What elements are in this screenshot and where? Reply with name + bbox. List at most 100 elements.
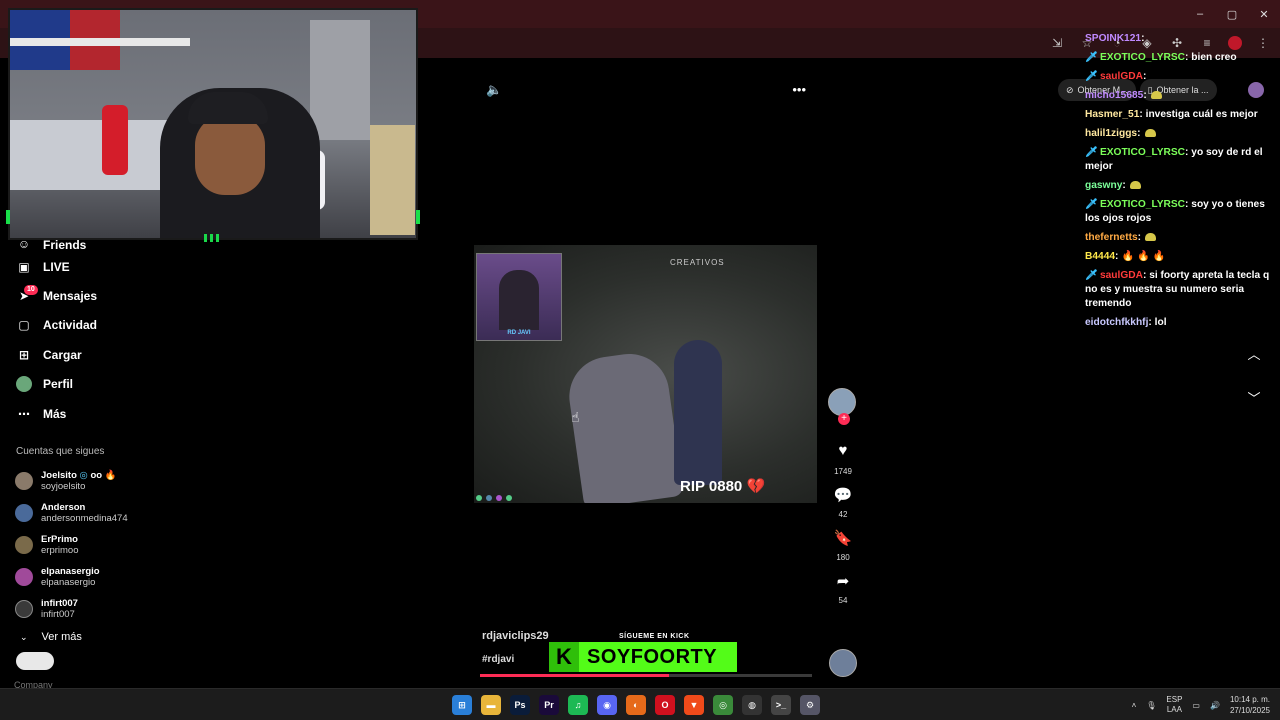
video-username[interactable]: rdjaviclips29 [482,630,549,642]
clock[interactable]: 10:14 p. m. 27/10/2025 [1230,694,1270,716]
sword-badge-icon: 🗡 [1085,52,1098,63]
emote-icon [1145,233,1157,242]
kick-channel-name: SOYFOORTY [587,645,718,668]
next-video-avatar[interactable] [829,649,857,677]
windows-start-icon[interactable]: ⊞ [452,695,472,715]
discord-icon[interactable]: ◉ [597,695,617,715]
video-player[interactable]: RD JAVI CREATIVOS RIP 0880 💔 [474,245,817,503]
chat-text: bien creo [1191,52,1237,63]
chrome-icon[interactable]: ◎ [713,695,733,715]
chat-username[interactable]: eidotchfkkhfj [1085,317,1148,328]
spotify-icon[interactable]: ♫ [568,695,588,715]
comment-icon[interactable]: 💬 [828,486,858,504]
chevron-down-icon[interactable]: ﹀ [1244,388,1264,432]
chat-username[interactable]: halil1ziggs [1085,128,1137,139]
account-name: Joelsito ◎ oo 🔥 [41,470,117,482]
following-account[interactable]: Anderson andersonmedina474 [0,497,200,529]
video-watermark: CREATIVOS [670,258,725,267]
video-hashtag[interactable]: #rdjavi [482,654,549,665]
kick-subtitle: SÍGUEME EN KICK [619,633,690,640]
like-heart-icon[interactable]: ♥ [828,442,858,459]
share-icon[interactable]: ➦ [828,572,858,590]
cam-border-accent [6,210,10,224]
chat-username[interactable]: Hasmer_51 [1085,109,1139,120]
following-account[interactable]: elpanasergio elpanasergio [0,561,200,593]
sidebar-item-mensajes[interactable]: ➤ 10 Mensajes [0,281,200,310]
following-account[interactable]: Joelsito ◎ oo 🔥 soyjoelsito [0,465,200,497]
firefox-icon[interactable]: ◐ [626,695,646,715]
following-account[interactable]: ErPrimo erprimoo [0,529,200,561]
minimize-button[interactable]: – [1184,0,1216,28]
chat-username[interactable]: saulGDA [1100,270,1143,281]
theme-toggle[interactable] [16,652,54,670]
chevron-up-icon[interactable]: ︿ [1244,344,1264,388]
chat-username[interactable]: saulGDA [1100,71,1143,82]
avatar [15,504,33,523]
pip-label: RD JAVI [507,330,531,336]
terminal-icon[interactable]: >_ [771,695,791,715]
close-window-button[interactable]: ✕ [1248,0,1280,28]
audio-meter [204,234,219,242]
volume-icon[interactable]: 🔈 [486,82,502,98]
account-name: Anderson [41,502,86,514]
sidebar-item-live[interactable]: ▣ LIVE [0,252,200,281]
like-count: 1749 [834,467,852,476]
chat-username[interactable]: gaswny [1085,180,1122,191]
chat-message: Hasmer_51: investiga cuál es mejor [1085,109,1258,120]
bookmark-icon[interactable]: 🔖 [828,529,858,547]
chat-username[interactable]: thefernetts [1085,232,1138,243]
file-explorer-icon[interactable]: ▬ [481,695,501,715]
sidebar-item-cargar[interactable]: ⊞ Cargar [0,340,200,369]
obs-icon[interactable]: ◍ [742,695,762,715]
follow-plus-icon[interactable]: + [838,413,850,425]
video-progress-bar[interactable] [480,674,812,677]
opera-icon[interactable]: O [655,695,675,715]
chat-username[interactable]: micho15685 [1085,90,1143,101]
creator-avatar[interactable]: + [828,388,856,425]
avatar [15,568,33,587]
ver-mas-button[interactable]: ⌄ Ver más [0,627,200,647]
chat-text: investiga cuál es mejor [1145,109,1258,120]
chat-message: eidotchfkkhfj: lol [1085,317,1167,328]
photoshop-icon[interactable]: Ps [510,695,530,715]
sidebar-item-label: Friends [43,240,87,252]
video-meta: rdjaviclips29 #rdjavi [482,630,549,665]
kick-name-box: K SOYFOORTY [549,642,737,672]
sidebar-item-label: Perfil [43,377,74,392]
premiere-icon[interactable]: Pr [539,695,559,715]
chat-message: 🗡 EXOTICO_LYRSC: soy yo o tienes los ojos… [1085,199,1265,224]
install-icon[interactable]: ⇲ [1048,34,1066,52]
network-icon[interactable]: ▭ [1192,701,1200,710]
chat-message: micho15685: [1085,89,1277,103]
more-icon: ⋯ [18,406,30,421]
chat-username[interactable]: EXOTICO_LYRSC [1100,52,1185,63]
language-indicator[interactable]: ESP LAA [1166,695,1182,715]
sidebar-item-actividad[interactable]: ▢ Actividad [0,311,200,340]
settings-app-icon[interactable]: ⚙ [800,695,820,715]
system-tray: ˄ 🎙 ESP LAA ▭ 🔊 10:14 p. m. 27/10/2025 [1132,689,1270,720]
account-name: ErPrimo [41,534,78,546]
chat-username[interactable]: EXOTICO_LYRSC [1100,147,1185,158]
more-options-icon[interactable]: ••• [792,82,806,98]
brave-icon[interactable]: ▼ [684,695,704,715]
sidebar-item-friends[interactable]: ☺ Friends [0,240,200,252]
chevron-up-icon[interactable]: ˄ [1132,701,1137,710]
avatar [15,600,33,619]
microphone-icon[interactable]: 🎙 [1146,701,1156,710]
progress-fill [480,674,670,677]
volume-icon[interactable]: 🔊 [1210,701,1220,710]
sidebar-item-perfil[interactable]: Perfil [0,370,200,399]
sidebar-item-mas[interactable]: ⋯ Más [0,399,200,428]
chat-username[interactable]: B4444 [1085,251,1115,262]
save-count: 180 [836,553,850,562]
following-account[interactable]: infirt007 infirt007 [0,593,200,625]
account-handle: erprimoo [41,545,79,557]
hand-cursor-icon: ☝ [571,409,580,425]
profile-icon [16,376,32,393]
taskbar-apps: ⊞ ▬ Ps Pr ♫ ◉ ◐ O ▼ ◎ ◍ >_ ⚙ [452,689,820,720]
ver-mas-label: Ver más [41,631,82,644]
maximize-button[interactable]: ▢ [1216,0,1248,28]
chat-username[interactable]: EXOTICO_LYRSC [1100,199,1185,210]
sidebar: ☺ Friends ▣ LIVE ➤ 10 Mensajes ▢ Activid… [0,240,200,690]
chat-username[interactable]: SPOINK121 [1085,33,1141,44]
